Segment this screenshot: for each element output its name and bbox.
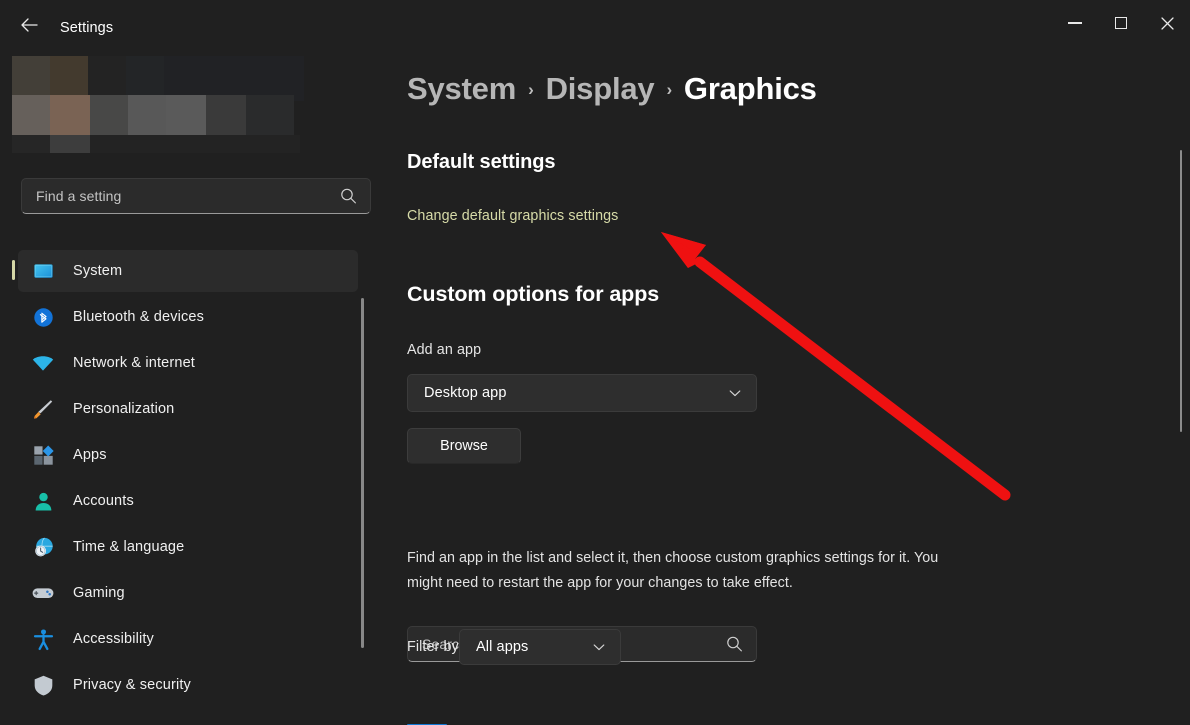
content-area: System › Display › Graphics Default sett… [372, 48, 1190, 725]
apps-icon [30, 442, 56, 468]
back-arrow-icon [20, 18, 38, 32]
breadcrumb-separator: › [666, 80, 672, 99]
sidebar-search[interactable]: Find a setting [21, 178, 371, 214]
sidebar-item-label: Bluetooth & devices [73, 309, 205, 325]
custom-options-description: Find an app in the list and select it, t… [407, 550, 939, 591]
chevron-down-icon [593, 644, 605, 651]
breadcrumb-item-system[interactable]: System [407, 71, 516, 107]
sidebar-item-label: Network & internet [73, 355, 195, 371]
person-icon [30, 488, 56, 514]
sidebar-item-label: Accessibility [73, 631, 154, 647]
maximize-button[interactable] [1098, 0, 1144, 46]
filter-by-label: Filter by: [407, 639, 463, 655]
window-controls [1052, 0, 1190, 46]
sidebar-item-accessibility[interactable]: Accessibility [18, 618, 358, 660]
back-button[interactable] [12, 10, 46, 40]
sidebar-item-accounts[interactable]: Accounts [18, 480, 358, 522]
filter-value: All apps [476, 639, 529, 655]
content-scrollbar[interactable] [1179, 150, 1182, 432]
bluetooth-icon [30, 304, 56, 330]
app-type-dropdown[interactable]: Desktop app [407, 374, 757, 412]
sidebar-item-label: Time & language [73, 539, 185, 555]
sidebar-item-system[interactable]: System [12, 250, 358, 292]
gamepad-icon [30, 580, 56, 606]
clock-globe-icon [30, 534, 56, 560]
sidebar-item-label: Apps [73, 447, 107, 463]
search-placeholder: Find a setting [36, 188, 122, 204]
shield-icon [30, 672, 56, 698]
breadcrumb-item-graphics: Graphics [683, 71, 817, 106]
sidebar-item-gaming[interactable]: Gaming [18, 572, 358, 614]
title-bar: Settings [0, 0, 1190, 48]
sidebar: Find a setting System Bluetooth & device… [0, 48, 372, 725]
sidebar-nav: System Bluetooth & devices Network & int… [0, 246, 372, 725]
maximize-icon [1115, 17, 1127, 29]
sidebar-scrollbar[interactable] [361, 298, 364, 648]
default-settings-heading: Default settings [407, 151, 556, 173]
breadcrumb-item-display[interactable]: Display [546, 71, 655, 107]
accessibility-icon [30, 626, 56, 652]
sidebar-item-label: Gaming [73, 585, 125, 601]
search-input[interactable]: Find a setting [21, 178, 371, 214]
breadcrumb-separator: › [528, 80, 534, 99]
wifi-icon [30, 350, 56, 376]
close-icon [1160, 16, 1174, 30]
monitor-icon [30, 258, 56, 284]
app-type-value: Desktop app [424, 385, 507, 401]
custom-options-heading: Custom options for apps [407, 282, 660, 306]
blurred-account-area [12, 50, 304, 153]
browse-button-label: Browse [440, 438, 488, 454]
search-icon [341, 188, 356, 204]
sidebar-item-label: Privacy & security [73, 677, 191, 693]
change-default-graphics-settings-link[interactable]: Change default graphics settings [407, 208, 618, 224]
sidebar-item-label: Personalization [73, 401, 175, 417]
sidebar-item-network-internet[interactable]: Network & internet [18, 342, 358, 384]
sidebar-item-time-language[interactable]: Time & language [18, 526, 358, 568]
paintbrush-icon [30, 396, 56, 422]
close-button[interactable] [1144, 0, 1190, 46]
sidebar-item-apps[interactable]: Apps [18, 434, 358, 476]
sidebar-item-personalization[interactable]: Personalization [18, 388, 358, 430]
sidebar-item-bluetooth-devices[interactable]: Bluetooth & devices [18, 296, 358, 338]
search-icon [727, 636, 742, 652]
settings-window: Settings Find a setting System Bluetooth… [0, 0, 1190, 725]
minimize-button[interactable] [1052, 0, 1098, 46]
app-title: Settings [60, 20, 114, 36]
sidebar-item-label: Accounts [73, 493, 134, 509]
add-an-app-label: Add an app [407, 342, 482, 358]
browse-button[interactable]: Browse [407, 428, 521, 464]
sidebar-item-privacy-security[interactable]: Privacy & security [18, 664, 358, 706]
chevron-down-icon [729, 390, 741, 397]
breadcrumb: System › Display › Graphics [407, 71, 817, 107]
sidebar-item-label: System [73, 263, 123, 279]
filter-dropdown[interactable]: All apps [459, 629, 621, 665]
minimize-icon [1068, 22, 1082, 24]
